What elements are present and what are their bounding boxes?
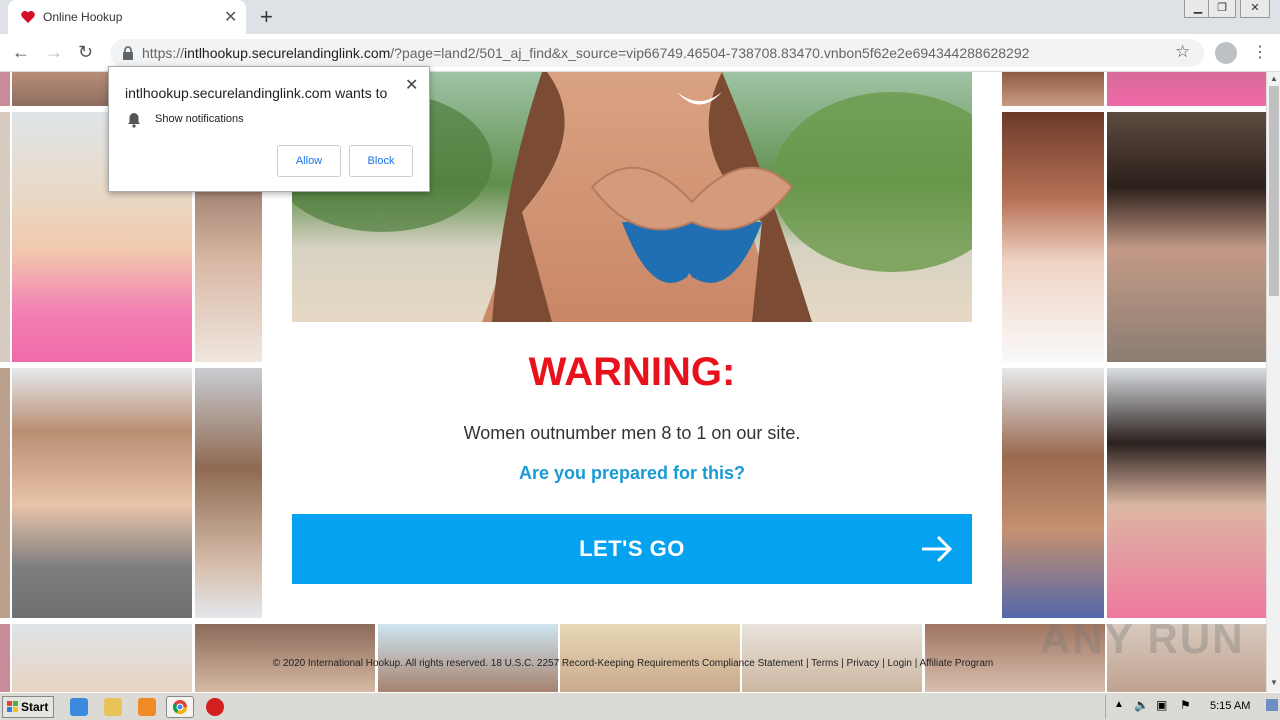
windows-logo-icon [7, 701, 18, 712]
new-tab-icon[interactable]: + [260, 4, 273, 30]
lets-go-label: LET'S GO [579, 536, 685, 561]
restore-icon[interactable]: ❐ [1208, 0, 1236, 18]
forward-arrow-icon[interactable]: → [45, 42, 63, 63]
menu-dots-icon[interactable]: ⋮ [1252, 42, 1268, 62]
network-icon[interactable]: ▣ [1156, 698, 1167, 712]
tab-online-hookup[interactable]: Online Hookup ✕ [8, 0, 246, 34]
ie-icon[interactable] [70, 698, 88, 716]
chrome-taskbar-button[interactable] [166, 696, 194, 718]
scrollbar-thumb[interactable] [1269, 86, 1279, 296]
url-path: /?page=land2/501_aj_find&x_source=vip667… [390, 45, 1030, 61]
bell-icon [128, 113, 140, 128]
block-button[interactable]: Block [349, 145, 413, 177]
notification-permission-popup: intlhookup.securelandinglink.com wants t… [108, 66, 430, 192]
warning-app-icon[interactable] [206, 698, 224, 716]
arrow-right-icon [922, 535, 953, 563]
tray-expand-icon[interactable]: ▲ [1114, 699, 1124, 710]
volume-icon[interactable]: 🔈 [1134, 698, 1149, 712]
start-label: Start [21, 700, 49, 714]
photo-tile [1002, 112, 1104, 362]
photo-tile [0, 72, 10, 106]
scroll-up-icon[interactable]: ▲ [1270, 74, 1278, 83]
system-tray: ▲ 🔈 ▣ ⚑ 5:15 AM [1105, 695, 1280, 719]
tab-bar: Online Hookup ✕ + ▁ ❐ ✕ [0, 0, 1280, 34]
close-icon[interactable]: ✕ [224, 7, 237, 27]
photo-tile [0, 112, 10, 362]
media-player-icon[interactable] [138, 698, 156, 716]
photo-tile [1002, 368, 1104, 618]
lets-go-button[interactable]: LET'S GO [292, 514, 972, 584]
folder-icon[interactable] [104, 698, 122, 716]
url-text: https://intlhookup.securelandinglink.com… [142, 45, 1029, 61]
url-domain: intlhookup.securelandinglink.com [184, 45, 391, 61]
ratio-text: Women outnumber men 8 to 1 on our site. [463, 423, 801, 443]
lock-icon [123, 46, 133, 60]
photo-tile [1107, 112, 1266, 362]
show-desktop-icon[interactable] [1266, 699, 1278, 711]
window-close-icon[interactable]: ✕ [1240, 0, 1270, 18]
photo-tile [12, 368, 192, 618]
taskbar: Start ▲ 🔈 ▣ ⚑ 5:15 AM [0, 692, 1280, 720]
photo-tile [1002, 72, 1104, 106]
close-icon[interactable]: ✕ [405, 75, 418, 95]
tab-title: Online Hookup [43, 10, 123, 24]
allow-button[interactable]: Allow [277, 145, 341, 177]
start-button[interactable]: Start [2, 696, 54, 718]
photo-tile [1107, 72, 1266, 106]
reload-icon[interactable]: ↻ [78, 42, 93, 63]
back-arrow-icon[interactable]: ← [12, 42, 30, 63]
popup-title: intlhookup.securelandinglink.com wants t… [125, 85, 388, 101]
scroll-down-icon[interactable]: ▼ [1270, 678, 1278, 687]
clock: 5:15 AM [1210, 700, 1251, 712]
permission-text: Show notifications [155, 113, 244, 125]
flag-icon[interactable]: ⚑ [1180, 698, 1191, 712]
warning-heading: WARNING: [528, 350, 736, 394]
page-scrollbar[interactable]: ▲ ▼ [1266, 72, 1280, 692]
bookmark-star-icon[interactable]: ☆ [1175, 42, 1190, 62]
photo-tile [0, 368, 10, 618]
prepared-question: Are you prepared for this? [518, 463, 746, 483]
anyrun-watermark: ANY RUN [1040, 615, 1245, 662]
chrome-icon [172, 700, 187, 714]
heart-icon [21, 11, 35, 23]
url-scheme: https:// [142, 45, 185, 61]
photo-tile [1107, 368, 1266, 618]
profile-avatar[interactable] [1215, 42, 1237, 64]
address-bar[interactable]: https://intlhookup.securelandinglink.com… [110, 39, 1204, 67]
photo-tile [195, 368, 262, 618]
